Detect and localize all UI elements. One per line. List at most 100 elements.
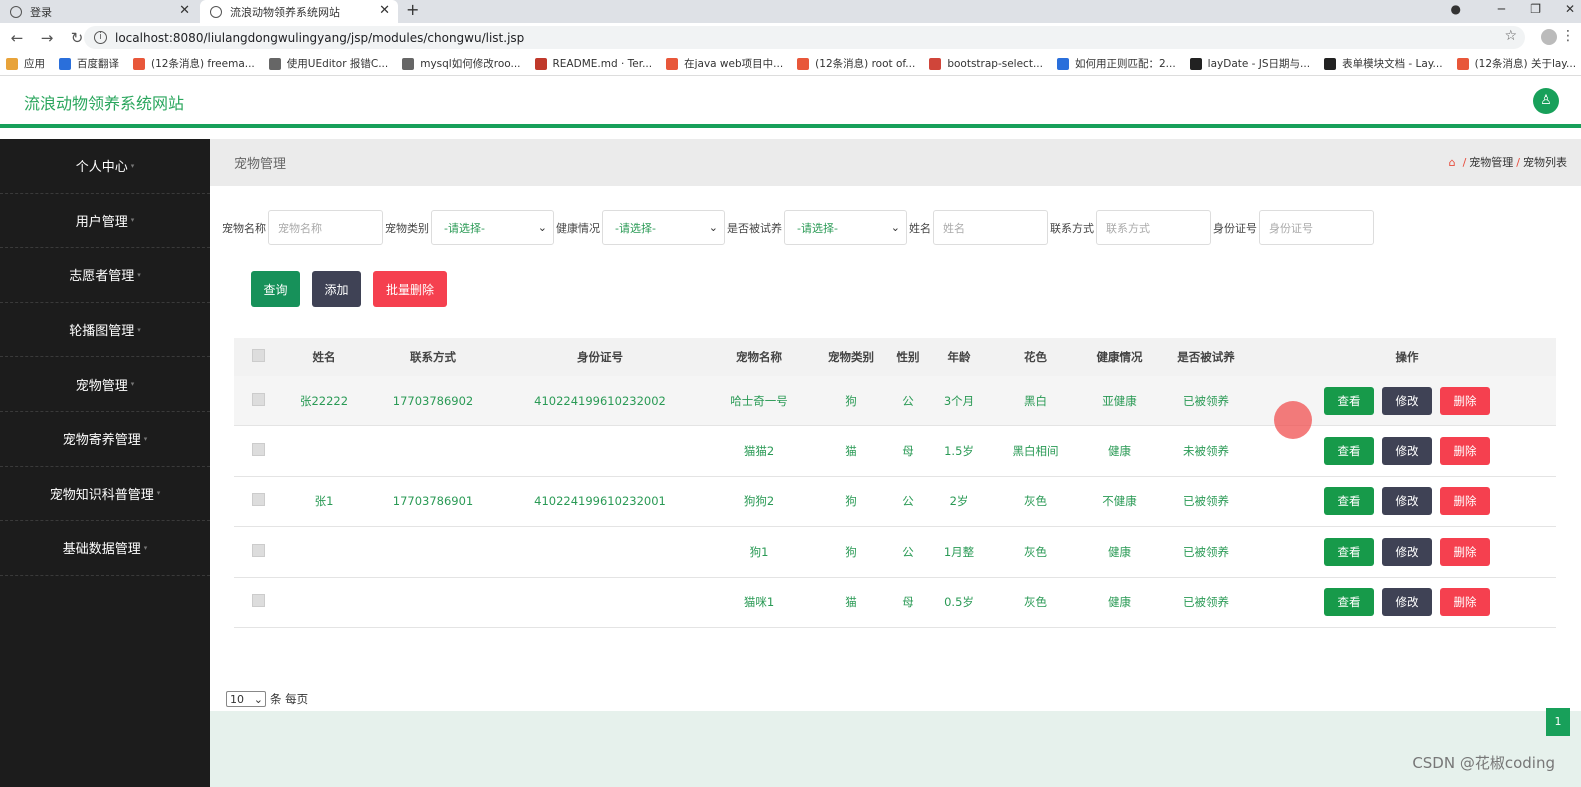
sidebar-item-users[interactable]: 用户管理 ▾ xyxy=(0,194,210,249)
url-text: localhost:8080/liulangdongwulingyang/jsp… xyxy=(115,30,525,45)
sidebar-item-carousel[interactable]: 轮播图管理 ▾ xyxy=(0,303,210,358)
adopted-select[interactable]: -请选择- ⌄ xyxy=(784,210,907,245)
delete-button[interactable]: 删除 xyxy=(1440,487,1490,516)
select-all-checkbox[interactable] xyxy=(251,349,265,362)
bookmark-item[interactable]: 在java web项目中... xyxy=(666,56,783,71)
pet-type-select[interactable]: -请选择- ⌄ xyxy=(431,210,554,245)
table-cell: 0.5岁 xyxy=(944,595,974,610)
home-icon[interactable]: ⌂ xyxy=(1449,156,1456,169)
row-checkbox[interactable] xyxy=(251,543,265,557)
bookmark-item[interactable]: layDate - JS日期与... xyxy=(1189,56,1311,71)
back-icon[interactable]: ← xyxy=(6,29,28,47)
bookmark-item[interactable]: bootstrap-select... xyxy=(929,57,1043,70)
tab-label: 流浪动物领养系统网站 xyxy=(230,5,340,19)
view-button[interactable]: 查看 xyxy=(1324,487,1374,516)
breadcrumb-separator: / xyxy=(1462,156,1467,169)
row-checkbox[interactable] xyxy=(251,443,265,457)
bookmark-label: (12条消息) root of... xyxy=(815,58,916,70)
table-cell: 健康 xyxy=(1108,444,1131,459)
menu-kebab-icon[interactable]: ⋮ xyxy=(1561,28,1575,44)
delete-button[interactable]: 删除 xyxy=(1440,537,1490,566)
bookmark-item[interactable]: 百度翻译 xyxy=(59,56,119,71)
url-field[interactable]: i localhost:8080/liulangdongwulingyang/j… xyxy=(84,26,1525,49)
delete-button[interactable]: 删除 xyxy=(1440,437,1490,466)
table-cell: 健康 xyxy=(1108,544,1131,559)
view-button[interactable]: 查看 xyxy=(1324,386,1374,415)
csdn-icon xyxy=(1456,57,1469,70)
batch-delete-button[interactable]: 批量删除 xyxy=(373,271,447,307)
sidebar-item-pets[interactable]: 宠物管理 ▾ xyxy=(0,357,210,412)
info-icon[interactable]: i xyxy=(94,31,107,44)
edit-button[interactable]: 修改 xyxy=(1382,588,1432,617)
page-number-button[interactable]: 1 xyxy=(1546,708,1570,736)
row-checkbox[interactable] xyxy=(251,392,265,406)
edit-button[interactable]: 修改 xyxy=(1382,537,1432,566)
breadcrumb-item[interactable]: 宠物管理 xyxy=(1469,156,1513,169)
baidu-icon xyxy=(1056,57,1069,70)
edit-button[interactable]: 修改 xyxy=(1382,386,1432,415)
pet-name-input[interactable]: 宠物名称 xyxy=(268,210,383,245)
idcard-input[interactable]: 身份证号 xyxy=(1259,210,1374,245)
table-cell: 已被领养 xyxy=(1183,544,1229,559)
edit-button[interactable]: 修改 xyxy=(1382,487,1432,516)
bookmark-item[interactable]: mysql如何修改roo... xyxy=(402,56,521,71)
bookmark-item[interactable]: (12条消息) 关于lay... xyxy=(1456,56,1577,71)
bookmark-label: (12条消息) 关于lay... xyxy=(1474,58,1577,70)
view-button[interactable]: 查看 xyxy=(1324,537,1374,566)
sidebar-item-label: 宠物知识科普管理 xyxy=(49,487,154,503)
sidebar-item-knowledge[interactable]: 宠物知识科普管理 ▾ xyxy=(0,467,210,522)
csdn-icon xyxy=(133,57,145,70)
chevron-down-icon: ▾ xyxy=(137,270,141,279)
chevron-down-icon: ▾ xyxy=(130,161,135,170)
sidebar-item-label: 宠物管理 xyxy=(75,378,128,394)
health-select[interactable]: -请选择- ⌄ xyxy=(602,210,725,245)
sidebar-item-foster[interactable]: 宠物寄养管理 ▾ xyxy=(0,412,210,467)
sidebar-item-profile[interactable]: 个人中心 ▾ xyxy=(0,139,210,194)
add-button[interactable]: 添加 xyxy=(312,271,361,307)
row-checkbox[interactable] xyxy=(251,594,265,608)
browser-tab-login[interactable]: 登录 ✕ xyxy=(0,0,198,23)
bookmark-item[interactable]: 如何用正则匹配：2... xyxy=(1056,56,1176,71)
delete-button[interactable]: 删除 xyxy=(1440,588,1490,617)
bookmark-label: layDate - JS日期与... xyxy=(1207,58,1311,70)
bookmark-item[interactable]: 表单模块文档 - Lay... xyxy=(1324,56,1443,71)
delete-button[interactable]: 删除 xyxy=(1440,386,1490,415)
new-tab-button[interactable]: + xyxy=(406,0,419,19)
sidebar-item-basedata[interactable]: 基础数据管理 ▾ xyxy=(0,521,210,576)
bookmark-item[interactable]: README.md · Ter... xyxy=(534,57,652,70)
edit-button[interactable]: 修改 xyxy=(1382,437,1432,466)
table-cell: 17703786901 xyxy=(392,494,474,509)
forward-icon[interactable]: → xyxy=(36,29,58,47)
page-size-select[interactable]: 10 ⌄ xyxy=(226,691,266,707)
table-row: 狗1 狗 公 1月整 灰色 健康 已被领养 查看 修改 删除 xyxy=(234,527,1556,578)
close-icon[interactable]: ✕ xyxy=(379,3,390,18)
column-header: 操作 xyxy=(1395,350,1419,364)
window-close-icon[interactable]: ✕ xyxy=(1565,2,1575,16)
view-button[interactable]: 查看 xyxy=(1324,437,1374,466)
browser-tab-active[interactable]: 流浪动物领养系统网站 ✕ xyxy=(200,0,398,23)
bookmark-item[interactable]: 使用UEditor 报错C... xyxy=(268,56,389,71)
bookmark-item[interactable]: (12条消息) freema... xyxy=(133,56,255,71)
sidebar-item-volunteers[interactable]: 志愿者管理 ▾ xyxy=(0,248,210,303)
close-icon[interactable]: ✕ xyxy=(179,3,190,18)
name-input[interactable]: 姓名 xyxy=(933,210,1048,245)
bookmark-star-icon[interactable]: ☆ xyxy=(1504,28,1517,44)
table-row: 张22222 17703786902 410224199610232002 哈士奇一号… xyxy=(234,376,1556,427)
cursor-highlight xyxy=(1274,401,1312,439)
profile-avatar[interactable] xyxy=(1541,29,1557,45)
restore-icon[interactable]: ❐ xyxy=(1530,2,1541,16)
pagination-size: 10 ⌄ 条 每页 xyxy=(226,691,308,707)
column-header: 是否被试养 xyxy=(1177,350,1235,364)
table-cell: 猫咪1 xyxy=(743,595,775,610)
user-icon[interactable]: ♙ xyxy=(1533,88,1559,114)
profile-dot-icon[interactable]: ● xyxy=(1451,2,1461,16)
view-button[interactable]: 查看 xyxy=(1324,588,1374,617)
bookmark-item[interactable]: 应用 xyxy=(6,56,45,71)
bookmark-item[interactable]: (12条消息) root of... xyxy=(797,56,915,71)
query-button[interactable]: 查询 xyxy=(251,271,300,307)
phone-input[interactable]: 联系方式 xyxy=(1096,210,1211,245)
bookmark-label: 使用UEditor 报错C... xyxy=(286,58,389,70)
minimize-icon[interactable]: ─ xyxy=(1498,2,1505,16)
chevron-down-icon: ⌄ xyxy=(890,221,900,234)
row-checkbox[interactable] xyxy=(251,493,265,507)
